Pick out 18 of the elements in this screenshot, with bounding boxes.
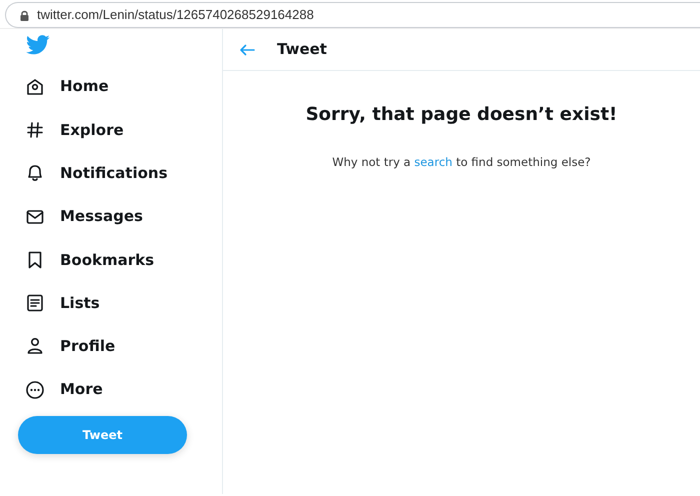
nav-item[interactable]: Notifications — [18, 152, 168, 195]
nav-item[interactable]: Messages — [18, 194, 143, 238]
bird-logo-icon[interactable] — [26, 35, 50, 55]
nav-item[interactable]: Profile — [18, 324, 116, 368]
nav-item[interactable]: More — [18, 368, 103, 412]
error-message: Why not try a search to find something else? — [332, 154, 591, 171]
nav-item[interactable]: Explore — [18, 108, 124, 152]
page-title: Tweet — [277, 39, 327, 60]
nav-item[interactable]: Lists — [18, 281, 100, 325]
list-icon — [24, 292, 46, 314]
lock-icon — [20, 10, 29, 20]
error-heading: Sorry, that page doesn’t exist! — [306, 103, 618, 127]
url-text: twitter.com/Lenin/status/1265740268529164288 — [37, 6, 314, 24]
more-icon — [24, 378, 46, 401]
address-bar[interactable]: twitter.com/Lenin/status/1265740268529164288 — [5, 2, 700, 28]
back-button[interactable] — [239, 44, 255, 56]
nav-item[interactable]: Home — [18, 65, 109, 108]
nav-item[interactable]: Bookmarks — [18, 238, 154, 282]
